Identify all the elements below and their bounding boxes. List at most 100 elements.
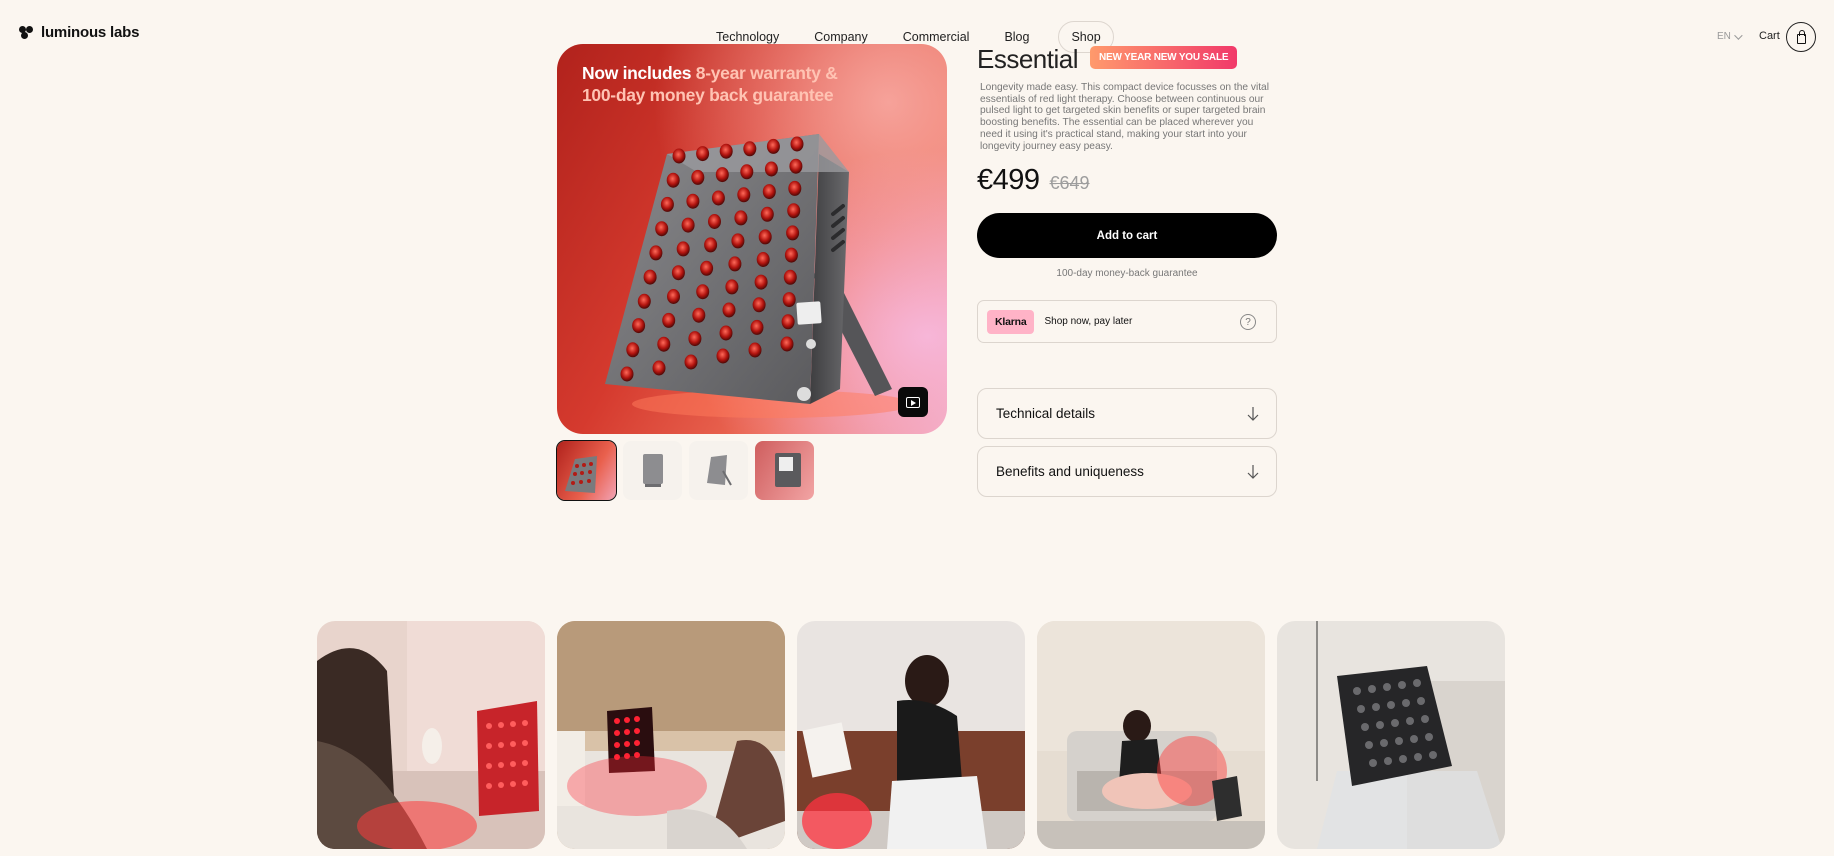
led xyxy=(758,229,772,245)
lifestyle-photo-3[interactable] xyxy=(797,621,1025,849)
led xyxy=(637,293,651,309)
shopping-bag-icon xyxy=(1796,29,1806,44)
led xyxy=(719,143,733,159)
led xyxy=(671,265,685,281)
lifestyle-photo-4[interactable] xyxy=(1037,621,1265,849)
promo-highlight: 8-year warranty & xyxy=(695,63,838,83)
led xyxy=(684,354,698,370)
thumbnail-strip xyxy=(556,440,814,501)
led xyxy=(781,314,795,330)
add-to-cart-button[interactable]: Add to cart xyxy=(977,213,1277,258)
led xyxy=(662,312,676,328)
promo-headline: Now includes 8-year warranty & 100-day m… xyxy=(582,62,882,106)
led xyxy=(762,184,776,200)
led xyxy=(716,348,730,364)
led xyxy=(660,196,674,212)
led xyxy=(666,172,680,188)
led xyxy=(643,269,657,285)
led xyxy=(740,164,754,180)
led xyxy=(783,269,797,285)
led xyxy=(754,274,768,290)
led xyxy=(787,203,801,219)
current-price: €499 xyxy=(977,164,1040,196)
language-label: EN xyxy=(1717,31,1731,42)
led xyxy=(649,245,663,261)
led xyxy=(731,233,745,249)
led xyxy=(692,307,706,323)
thumbnail-4[interactable] xyxy=(755,441,814,500)
led xyxy=(782,292,796,308)
product-title-row: Essential NEW YEAR NEW YOU SALE xyxy=(977,44,1238,75)
brand-logo[interactable]: luminous labs xyxy=(19,24,139,41)
play-icon xyxy=(906,396,920,408)
klarna-widget[interactable]: Klarna Shop now, pay later ? xyxy=(977,300,1277,343)
led xyxy=(652,360,666,376)
led xyxy=(752,297,766,313)
price-row: €499 €649 xyxy=(977,164,1090,197)
arrow-down-icon xyxy=(1247,465,1259,479)
led xyxy=(711,190,725,206)
language-selector[interactable]: EN xyxy=(1717,30,1743,42)
led xyxy=(700,260,714,276)
led xyxy=(784,247,798,263)
led xyxy=(696,284,710,300)
led xyxy=(681,217,695,233)
promo-line1: Now includes xyxy=(582,63,696,83)
led xyxy=(655,221,669,237)
led xyxy=(743,141,757,157)
logo-icon xyxy=(19,25,34,40)
product-main-image[interactable]: Now includes 8-year warranty & 100-day m… xyxy=(557,44,947,434)
lifestyle-photo-5[interactable] xyxy=(1277,621,1505,849)
led xyxy=(696,146,710,162)
led xyxy=(626,342,640,358)
led xyxy=(786,225,800,241)
led xyxy=(780,336,794,352)
cart-button[interactable] xyxy=(1786,22,1816,52)
led xyxy=(764,161,778,177)
led xyxy=(708,214,721,229)
promo-line2: 100-day money back guarantee xyxy=(582,85,834,105)
thumbnail-1[interactable] xyxy=(556,440,617,501)
led xyxy=(704,237,718,253)
product-description: Longevity made easy. This compact device… xyxy=(980,82,1269,152)
led xyxy=(657,336,671,352)
led xyxy=(790,136,804,152)
led xyxy=(766,138,780,154)
thumbnail-2[interactable] xyxy=(623,441,682,500)
led xyxy=(667,289,680,304)
guarantee-text: 100-day money-back guarantee xyxy=(1056,268,1198,279)
led xyxy=(789,158,803,174)
led xyxy=(688,331,702,347)
chevron-down-icon xyxy=(1734,30,1743,40)
led xyxy=(672,148,686,164)
led xyxy=(737,187,751,203)
lifestyle-photo-2[interactable] xyxy=(557,621,785,849)
led xyxy=(748,342,762,358)
lifestyle-photo-1[interactable] xyxy=(317,621,545,849)
led xyxy=(760,206,774,222)
led xyxy=(715,167,729,183)
cart-link[interactable]: Cart xyxy=(1759,30,1780,42)
arrow-down-icon xyxy=(1247,407,1259,421)
klarna-text: Shop now, pay later xyxy=(1044,316,1133,327)
accordion-label: Technical details xyxy=(996,406,1096,421)
led xyxy=(725,279,739,295)
help-icon[interactable]: ? xyxy=(1240,314,1256,330)
led xyxy=(691,169,705,185)
led xyxy=(722,302,736,318)
thumbnail-3[interactable] xyxy=(689,441,748,500)
led xyxy=(686,193,700,209)
accordion-benefits[interactable]: Benefits and uniqueness xyxy=(977,446,1277,497)
led xyxy=(719,325,733,341)
led xyxy=(734,210,748,226)
led xyxy=(788,180,802,196)
original-price: €649 xyxy=(1049,173,1090,193)
product-title: Essential xyxy=(977,44,1079,74)
accordion-label: Benefits and uniqueness xyxy=(996,464,1144,479)
led xyxy=(756,252,770,267)
sale-badge: NEW YEAR NEW YOU SALE xyxy=(1090,46,1238,69)
accordion-technical-details[interactable]: Technical details xyxy=(977,388,1277,439)
play-video-button[interactable] xyxy=(898,387,928,417)
brand-name: luminous labs xyxy=(41,24,140,41)
led xyxy=(620,366,634,382)
